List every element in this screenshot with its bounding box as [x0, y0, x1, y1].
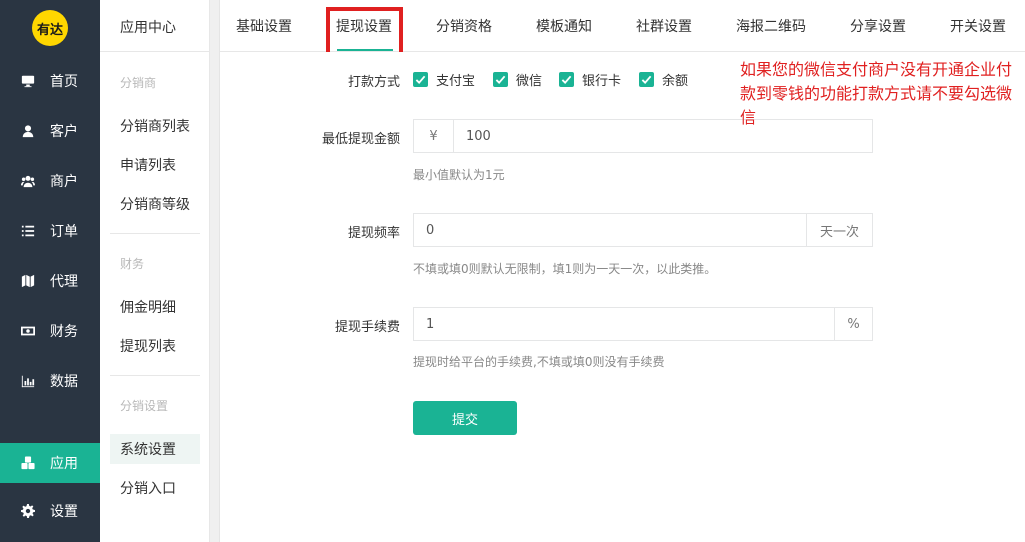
subnav-item-distributor-level[interactable]: 分销商等级 — [110, 189, 200, 219]
divider — [110, 375, 200, 376]
subnav-item-commission-detail[interactable]: 佣金明细 — [110, 292, 200, 322]
money-icon — [20, 323, 36, 339]
subnav-group-distributor: 分销商 — [120, 76, 157, 90]
payment-method-label: 打款方式 — [347, 75, 400, 90]
nav-item-label: 订单 — [50, 224, 78, 240]
nav-item-finance[interactable]: 财务 — [0, 311, 100, 351]
nav-item-label: 设置 — [50, 504, 78, 520]
nav-item-label: 首页 — [50, 74, 78, 90]
checkbox-balance[interactable]: 余额 — [639, 70, 688, 89]
divider — [110, 233, 200, 234]
tab-community-settings[interactable]: 社群设置 — [636, 0, 692, 52]
checkbox-label: 微信 — [516, 74, 543, 89]
nav-item-orders[interactable]: 订单 — [0, 211, 100, 251]
user-icon — [20, 123, 36, 139]
currency-prefix: ¥ — [414, 120, 454, 152]
checkbox-checked-icon — [413, 72, 428, 87]
tab-switch-settings[interactable]: 开关设置 — [950, 0, 1006, 52]
subnav-item-distribution-entry[interactable]: 分销入口 — [110, 473, 200, 503]
nav-item-label: 代理 — [50, 274, 78, 290]
tab-basic-settings[interactable]: 基础设置 — [236, 0, 292, 52]
subnav-item-distributor-list[interactable]: 分销商列表 — [110, 111, 200, 141]
nav-item-data[interactable]: 数据 — [0, 361, 100, 401]
secondary-sidebar-title: 应用中心 — [120, 20, 176, 36]
checkbox-alipay[interactable]: 支付宝 — [413, 70, 475, 89]
checkbox-wechat[interactable]: 微信 — [493, 70, 542, 89]
sidebar-scrollbar[interactable] — [210, 0, 220, 542]
nav-item-settings[interactable]: 设置 — [0, 491, 100, 531]
withdraw-frequency-label: 提现频率 — [347, 226, 400, 241]
map-icon — [20, 273, 36, 289]
checkbox-label: 银行卡 — [582, 74, 622, 89]
withdraw-frequency-input[interactable] — [414, 214, 806, 246]
gear-icon — [20, 503, 36, 519]
withdraw-fee-input-group: % — [413, 307, 873, 341]
tab-poster-qrcode[interactable]: 海报二维码 — [736, 0, 806, 52]
checkbox-checked-icon — [639, 72, 654, 87]
subnav-item-system-settings[interactable]: 系统设置 — [110, 434, 200, 464]
nav-item-label: 商户 — [50, 174, 78, 190]
nav-item-label: 客户 — [50, 124, 78, 140]
checkbox-label: 余额 — [662, 74, 689, 89]
frequency-suffix: 天一次 — [806, 214, 872, 246]
nav-item-label: 数据 — [50, 374, 78, 390]
checkbox-label: 支付宝 — [436, 74, 476, 89]
nav-item-merchants[interactable]: 商户 — [0, 161, 100, 201]
nav-item-customers[interactable]: 客户 — [0, 111, 100, 151]
cubes-icon — [20, 455, 36, 471]
nav-item-agents[interactable]: 代理 — [0, 261, 100, 301]
users-icon — [20, 173, 36, 189]
submit-button[interactable]: 提交 — [413, 401, 517, 435]
tab-distribution-qualification[interactable]: 分销资格 — [436, 0, 492, 52]
main-sidebar: 有达 首页 客户 商户 订单 代理 财务 数据 应用 设置 — [0, 0, 100, 542]
bar-chart-icon — [20, 373, 36, 389]
withdraw-frequency-help: 不填或填0则默认无限制，填1则为一天一次，以此类推。 — [413, 262, 717, 276]
min-amount-help: 最小值默认为1元 — [413, 168, 505, 182]
tab-template-notice[interactable]: 模板通知 — [536, 0, 592, 52]
withdraw-frequency-input-group: 天一次 — [413, 213, 873, 247]
nav-item-apps[interactable]: 应用 — [0, 443, 100, 483]
checkbox-bank-card[interactable]: 银行卡 — [559, 70, 621, 89]
nav-item-label: 应用 — [50, 456, 78, 472]
main-content: 打款方式 支付宝 微信 银行卡 余额 最低提现金额 ¥ 最小值默认为1元 提现频… — [220, 52, 1025, 542]
withdraw-fee-help: 提现时给平台的手续费,不填或填0则没有手续费 — [413, 355, 665, 369]
subnav-item-application-list[interactable]: 申请列表 — [110, 150, 200, 180]
subnav-item-withdraw-list[interactable]: 提现列表 — [110, 331, 200, 361]
app-logo: 有达 — [32, 10, 68, 46]
percent-suffix: % — [834, 308, 872, 340]
withdraw-fee-label: 提现手续费 — [334, 320, 400, 335]
min-amount-label: 最低提现金额 — [321, 132, 400, 147]
nav-item-home[interactable]: 首页 — [0, 61, 100, 101]
annotation-note: 如果您的微信支付商户没有开通企业付款到零钱的功能打款方式请不要勾选微信 — [740, 60, 1013, 127]
subnav-group-finance: 财务 — [120, 257, 145, 271]
desktop-icon — [20, 73, 36, 89]
nav-item-label: 财务 — [50, 324, 78, 340]
secondary-sidebar-header: 应用中心 — [100, 0, 210, 52]
checkbox-checked-icon — [493, 72, 508, 87]
checkbox-checked-icon — [559, 72, 574, 87]
list-icon — [20, 223, 36, 239]
app-root: 有达 首页 客户 商户 订单 代理 财务 数据 应用 设置 应用中心 分销商 分… — [0, 0, 1025, 542]
tab-share-settings[interactable]: 分享设置 — [850, 0, 906, 52]
withdraw-fee-input[interactable] — [414, 308, 834, 340]
subnav-group-settings: 分销设置 — [120, 399, 169, 413]
